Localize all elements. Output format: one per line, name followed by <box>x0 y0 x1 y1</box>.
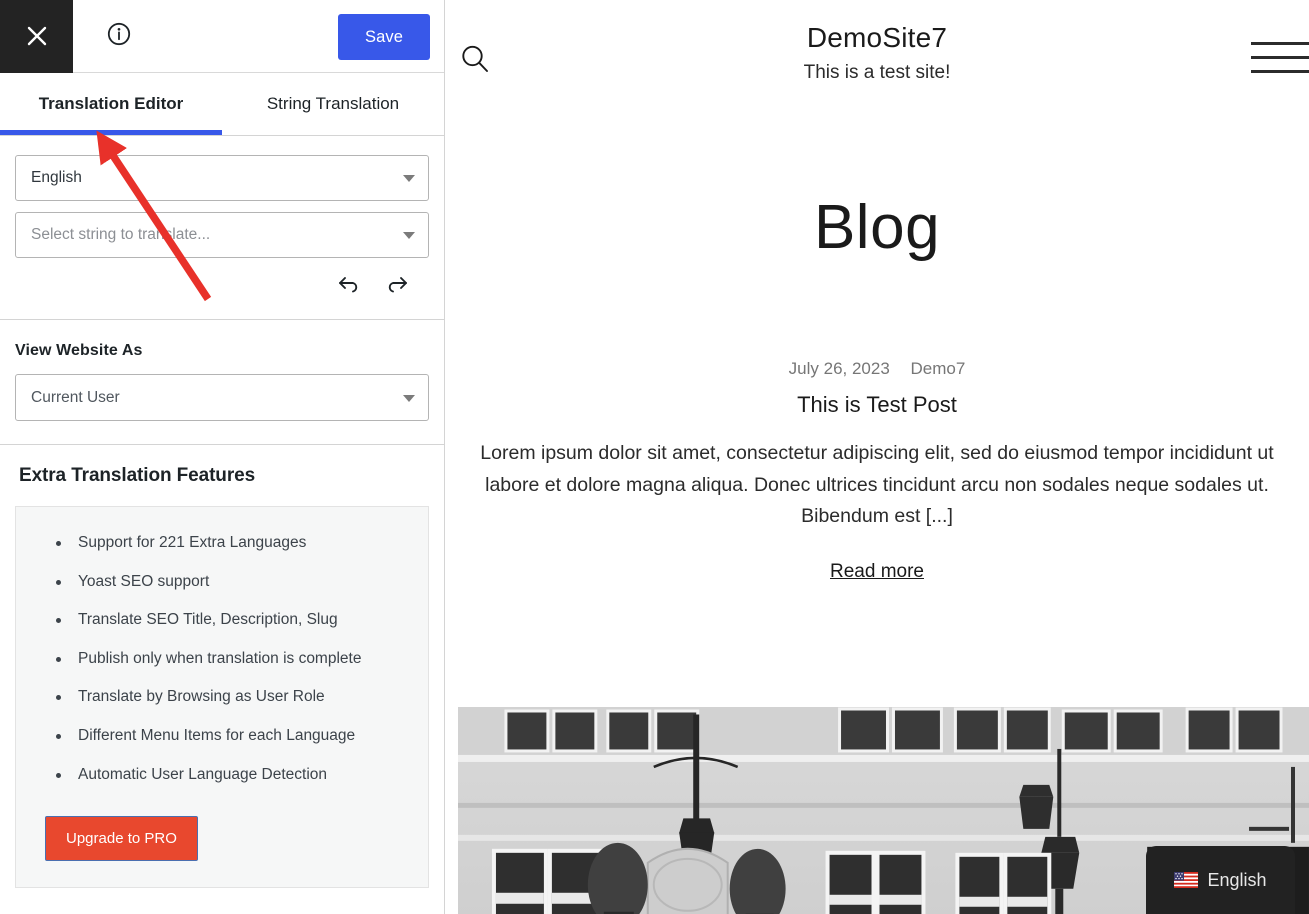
list-item: Support for 221 Extra Languages <box>56 534 408 553</box>
tab-translation-editor-label: Translation Editor <box>38 94 184 113</box>
burger-line <box>1251 42 1309 45</box>
chevron-down-icon <box>403 175 415 182</box>
read-more-link[interactable]: Read more <box>830 561 924 582</box>
language-select-value: English <box>31 169 82 186</box>
translation-sidebar: Save Translation Editor String Translati… <box>0 0 445 914</box>
site-preview: DemoSite7 This is a test site! Blog July… <box>445 0 1309 914</box>
translation-selects: English Select string to translate... <box>0 136 444 320</box>
post-excerpt: Lorem ipsum dolor sit amet, consectetur … <box>480 442 1274 528</box>
chevron-down-icon <box>403 394 415 402</box>
chevron-down-icon <box>403 232 415 239</box>
site-tagline: This is a test site! <box>803 62 951 83</box>
list-item: Publish only when translation is complet… <box>56 650 408 669</box>
tab-string-translation[interactable]: String Translation <box>222 73 444 135</box>
info-icon <box>106 21 132 52</box>
list-item: Different Menu Items for each Language <box>56 727 408 746</box>
post-meta: July 26, 2023 Demo7 <box>465 359 1289 379</box>
post-title[interactable]: This is Test Post <box>465 392 1289 418</box>
tab-translation-editor[interactable]: Translation Editor <box>0 73 222 135</box>
redo-button[interactable] <box>384 273 410 299</box>
hamburger-menu-icon[interactable] <box>1251 42 1309 73</box>
list-item: Translate SEO Title, Description, Slug <box>56 611 408 630</box>
translation-editor-app: Save Translation Editor String Translati… <box>0 0 1309 914</box>
language-select[interactable]: English <box>15 155 429 201</box>
redo-arrow-icon <box>385 274 409 299</box>
list-item: Automatic User Language Detection <box>56 766 408 785</box>
undo-arrow-icon <box>337 274 361 299</box>
page-title: Blog <box>813 193 941 262</box>
list-item: Translate by Browsing as User Role <box>56 688 408 707</box>
extra-features-title: Extra Translation Features <box>19 465 256 486</box>
close-icon <box>26 25 48 47</box>
burger-line <box>1251 56 1309 59</box>
site-branding: DemoSite7 This is a test site! <box>804 0 951 84</box>
string-select-placeholder: Select string to translate... <box>31 226 211 243</box>
sidebar-tabs: Translation Editor String Translation <box>0 73 444 136</box>
extra-features-box: Support for 221 Extra Languages Yoast SE… <box>15 506 429 889</box>
language-switcher[interactable]: English <box>1146 846 1295 914</box>
undo-button[interactable] <box>336 273 362 299</box>
burger-line <box>1251 70 1309 73</box>
post-date: July 26, 2023 <box>788 359 890 378</box>
list-item: Yoast SEO support <box>56 573 408 592</box>
post-item: July 26, 2023 Demo7 This is Test Post Lo… <box>445 359 1309 583</box>
upgrade-to-pro-button[interactable]: Upgrade to PRO <box>45 816 198 862</box>
extra-features-list: Support for 221 Extra Languages Yoast SE… <box>56 534 408 784</box>
view-website-as-select[interactable]: Current User <box>15 374 429 421</box>
history-controls <box>15 269 429 309</box>
post-author[interactable]: Demo7 <box>911 359 966 378</box>
language-switcher-label: English <box>1207 869 1267 890</box>
view-website-as-title: View Website As <box>15 342 143 359</box>
extra-features-section: Extra Translation Features Support for 2… <box>0 445 444 889</box>
us-flag-icon <box>1174 872 1199 888</box>
tab-string-translation-label: String Translation <box>266 94 400 113</box>
site-header: DemoSite7 This is a test site! <box>445 0 1309 120</box>
sidebar-header: Save <box>0 0 444 73</box>
site-title[interactable]: DemoSite7 <box>804 22 951 54</box>
save-button[interactable]: Save <box>338 14 430 60</box>
view-website-as-value: Current User <box>31 388 120 406</box>
close-button[interactable] <box>0 0 73 73</box>
info-button[interactable] <box>101 18 137 54</box>
search-icon[interactable] <box>458 42 492 81</box>
string-select[interactable]: Select string to translate... <box>15 212 429 258</box>
view-website-as-section: View Website As Current User <box>0 320 444 445</box>
